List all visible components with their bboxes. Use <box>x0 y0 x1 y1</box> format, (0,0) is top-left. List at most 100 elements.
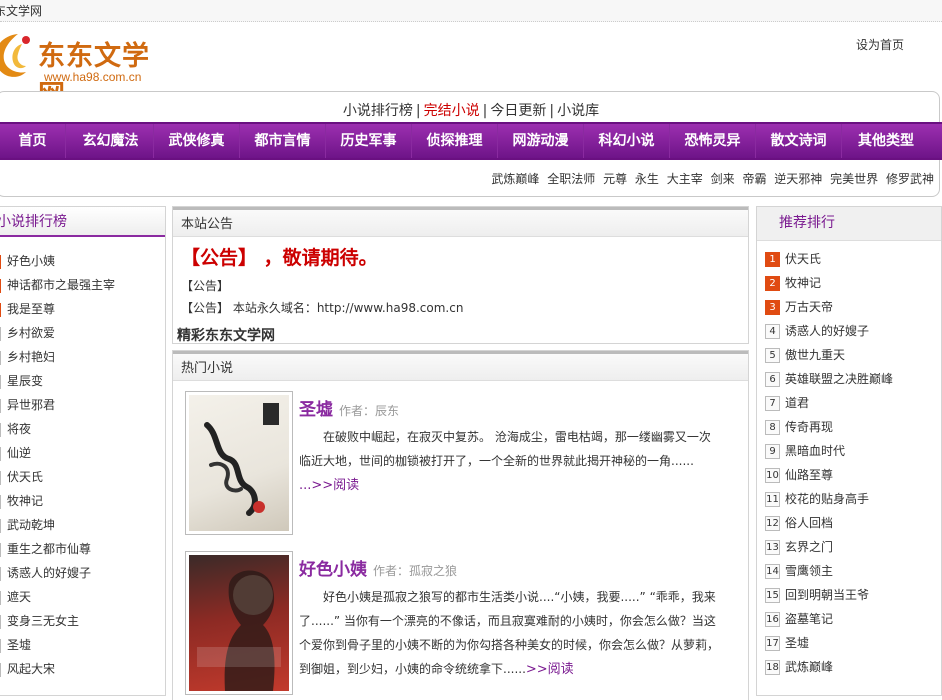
rank-bar-icon <box>0 590 1 605</box>
list-item[interactable]: 圣墟 <box>0 633 115 657</box>
list-item[interactable]: 8 传奇再现 <box>765 415 893 439</box>
list-item[interactable]: 武动乾坤 <box>0 513 115 537</box>
nav-item-other[interactable]: 其他类型 <box>842 124 930 158</box>
nav-item-horror[interactable]: 恐怖灵异 <box>670 124 756 158</box>
subnav-today-link[interactable]: 今日更新 <box>490 103 546 119</box>
book-title[interactable]: 好色小姨 作者：孤寂之狼 <box>299 555 457 580</box>
rank-bar-icon <box>0 350 1 365</box>
rank-bar-icon <box>0 614 1 629</box>
site-logo[interactable]: 东东文学网 www.ha98.com.cn <box>0 30 160 111</box>
list-item[interactable]: 牧神记 <box>0 489 115 513</box>
list-item[interactable]: 18 武炼巅峰 <box>765 655 893 679</box>
nav-item-poetry[interactable]: 散文诗词 <box>756 124 842 158</box>
tag-link[interactable]: 完美世界 <box>830 172 878 186</box>
list-item[interactable]: 将夜 <box>0 417 115 441</box>
subnav-separator: | <box>482 103 488 119</box>
list-item[interactable]: 12 俗人回档 <box>765 511 893 535</box>
rank-bar-icon <box>0 566 1 581</box>
nav-item-scifi[interactable]: 科幻小说 <box>584 124 670 158</box>
list-item[interactable]: 星辰变 <box>0 369 115 393</box>
list-item[interactable]: 10 仙路至尊 <box>765 463 893 487</box>
nav-item-history[interactable]: 历史军事 <box>326 124 412 158</box>
subnav-separator: | <box>549 103 555 119</box>
list-item[interactable]: 好色小姨 <box>0 249 115 273</box>
read-link[interactable]: >>阅读 <box>526 662 574 677</box>
subnav-library-link[interactable]: 小说库 <box>557 103 599 119</box>
list-item[interactable]: 16 盗墓笔记 <box>765 607 893 631</box>
list-item[interactable]: 遮天 <box>0 585 115 609</box>
nav-item-fantasy[interactable]: 玄幻魔法 <box>68 124 154 158</box>
nav-item-detective[interactable]: 侦探推理 <box>412 124 498 158</box>
rank-number-badge: 18 <box>765 660 780 675</box>
list-item[interactable]: 风起大宋 <box>0 657 115 681</box>
list-item[interactable]: 3 万古天帝 <box>765 295 893 319</box>
list-item[interactable]: 仙逆 <box>0 441 115 465</box>
list-item[interactable]: 异世邪君 <box>0 393 115 417</box>
list-item[interactable]: 2 牧神记 <box>765 271 893 295</box>
list-item[interactable]: 神话都市之最强主宰 <box>0 273 115 297</box>
recommend-rank-title: 推荐排行 <box>757 207 941 241</box>
tag-link[interactable]: 帝霸 <box>742 172 766 186</box>
left-rank-list: 好色小姨 神话都市之最强主宰 我是至尊 乡村欲爱 乡村艳妇 星辰变 异世邪君 将… <box>0 249 115 681</box>
list-item[interactable]: 11 校花的贴身高手 <box>765 487 893 511</box>
notice-panel: 本站公告 【公告】 ，敬请期待。 【公告】 【公告】 本站永久域名：http:/… <box>172 206 749 344</box>
subnav-finished-link[interactable]: 完结小说 <box>424 103 480 119</box>
set-home-link[interactable]: 设为首页 <box>856 36 904 53</box>
book-title[interactable]: 圣墟 作者：辰东 <box>299 395 399 420</box>
rank-number-badge: 11 <box>765 492 780 507</box>
site-short-name[interactable]: 东文学网 <box>0 2 42 19</box>
notice-headline[interactable]: 【公告】 ，敬请期待。 <box>181 243 378 270</box>
rank-bar-icon <box>0 254 1 269</box>
rank-number-badge: 17 <box>765 636 780 651</box>
list-item[interactable]: 乡村艳妇 <box>0 345 115 369</box>
list-item[interactable]: 1 伏天氏 <box>765 247 893 271</box>
subnav-separator: | <box>415 103 421 119</box>
list-item[interactable]: 7 道君 <box>765 391 893 415</box>
logo-mark-icon <box>0 34 30 77</box>
rank-number-badge: 5 <box>765 348 780 363</box>
list-item[interactable]: 伏天氏 <box>0 465 115 489</box>
list-item[interactable]: 9 黑暗血时代 <box>765 439 893 463</box>
left-rank-panel: 小说排行榜 好色小姨 神话都市之最强主宰 我是至尊 乡村欲爱 乡村艳妇 星辰变 … <box>0 206 166 696</box>
nav-item-wuxia[interactable]: 武侠修真 <box>154 124 240 158</box>
rank-number-badge: 12 <box>765 516 780 531</box>
list-item[interactable]: 5 傲世九重天 <box>765 343 893 367</box>
tag-link[interactable]: 永生 <box>635 172 659 186</box>
list-item[interactable]: 我是至尊 <box>0 297 115 321</box>
notice-domain-line[interactable]: 【公告】 本站永久域名：http://www.ha98.com.cn <box>181 299 463 316</box>
list-item[interactable]: 乡村欲爱 <box>0 321 115 345</box>
book-cover[interactable] <box>185 551 293 695</box>
list-item[interactable]: 重生之都市仙尊 <box>0 537 115 561</box>
tag-link[interactable]: 武炼巅峰 <box>491 172 539 186</box>
rank-bar-icon <box>0 494 1 509</box>
tag-link[interactable]: 修罗武神 <box>886 172 934 186</box>
notice-line[interactable]: 【公告】 <box>181 277 229 294</box>
nav-item-game[interactable]: 网游动漫 <box>498 124 584 158</box>
nav-item-urban[interactable]: 都市言情 <box>240 124 326 158</box>
list-item[interactable]: 4 诱惑人的好嫂子 <box>765 319 893 343</box>
hot-novels-panel: 热门小说 圣墟 作者：辰东 在破败中崛起，在寂灭中复苏。 沧海成尘，雷电枯竭，那一… <box>172 350 749 700</box>
read-link[interactable]: ...>>阅读 <box>299 478 359 493</box>
tag-link[interactable]: 全职法师 <box>547 172 595 186</box>
book-cover-image <box>189 555 289 691</box>
main-nav: 首页 玄幻魔法 武侠修真 都市言情 历史军事 侦探推理 网游动漫 科幻小说 恐怖… <box>0 122 942 160</box>
rank-number-badge: 3 <box>765 300 780 315</box>
rank-number-badge: 4 <box>765 324 780 339</box>
list-item[interactable]: 13 玄界之门 <box>765 535 893 559</box>
list-item[interactable]: 诱惑人的好嫂子 <box>0 561 115 585</box>
tag-link[interactable]: 逆天邪神 <box>774 172 822 186</box>
tag-link[interactable]: 大主宰 <box>667 172 703 186</box>
list-item[interactable]: 6 英雄联盟之决胜巅峰 <box>765 367 893 391</box>
notice-title: 本站公告 <box>173 207 748 237</box>
subnav-rank-link[interactable]: 小说排行榜 <box>343 103 413 119</box>
list-item[interactable]: 15 回到明朝当王爷 <box>765 583 893 607</box>
list-item[interactable]: 14 雪鹰领主 <box>765 559 893 583</box>
book-cover[interactable] <box>185 391 293 535</box>
tag-link[interactable]: 剑来 <box>711 172 735 186</box>
rank-bar-icon <box>0 446 1 461</box>
list-item[interactable]: 17 圣墟 <box>765 631 893 655</box>
rank-number-badge: 6 <box>765 372 780 387</box>
nav-item-home[interactable]: 首页 <box>0 124 66 158</box>
tag-link[interactable]: 元尊 <box>603 172 627 186</box>
list-item[interactable]: 变身三无女主 <box>0 609 115 633</box>
